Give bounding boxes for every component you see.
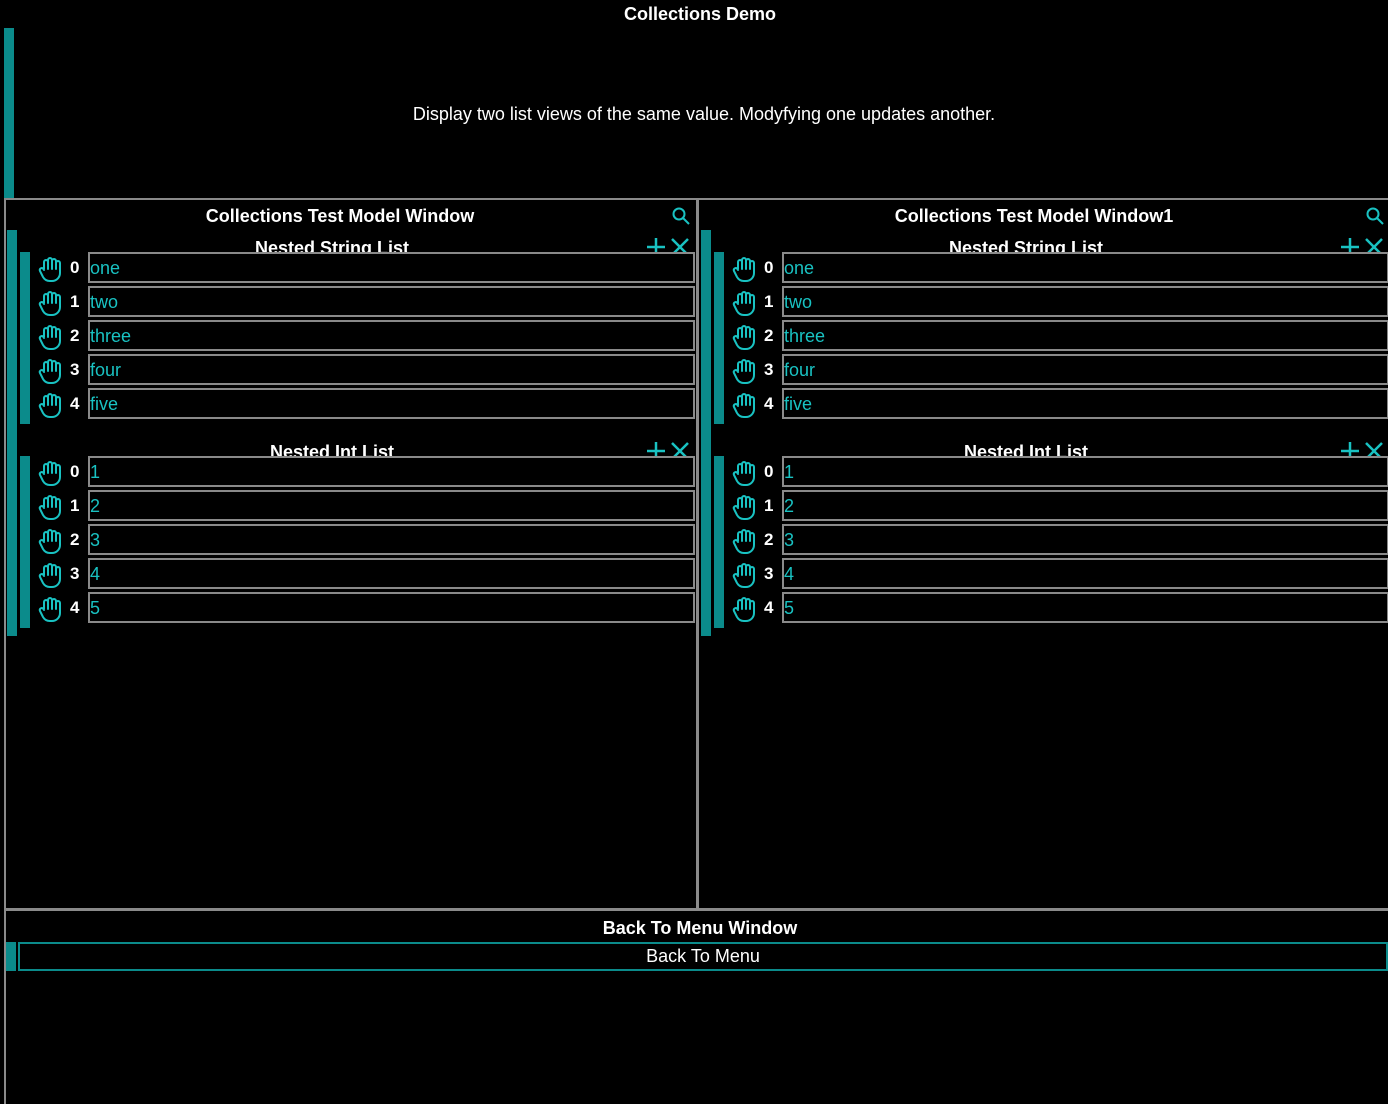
- back-to-menu-button[interactable]: Back To Menu: [18, 942, 1388, 971]
- item-value-field[interactable]: five: [782, 388, 1388, 419]
- item-index: 2: [70, 530, 80, 549]
- search-icon[interactable]: [671, 206, 691, 226]
- item-index: 2: [70, 326, 80, 345]
- list-item: 3 four: [730, 354, 1388, 388]
- item-value-field[interactable]: three: [88, 320, 695, 351]
- list-item: 0 one: [730, 252, 1388, 286]
- list-item: 1 two: [36, 286, 696, 320]
- item-value-field[interactable]: one: [88, 252, 695, 283]
- item-value-field[interactable]: one: [782, 252, 1388, 283]
- hand-drag-icon[interactable]: [730, 526, 760, 556]
- string-list-accent-bar: [714, 252, 724, 424]
- list-item: 23: [730, 524, 1388, 558]
- frame-bottom-divider: [4, 908, 1388, 911]
- list-item: 01: [730, 456, 1388, 490]
- hand-drag-icon[interactable]: [36, 254, 66, 284]
- hand-drag-icon[interactable]: [36, 356, 66, 386]
- hand-drag-icon[interactable]: [36, 594, 66, 624]
- hand-drag-icon[interactable]: [730, 492, 760, 522]
- item-index: 2: [764, 530, 774, 549]
- list-item: 2 three: [36, 320, 696, 354]
- item-value-field[interactable]: 3: [782, 524, 1388, 555]
- search-icon[interactable]: [1365, 206, 1385, 226]
- list-item: 0 one: [36, 252, 696, 286]
- item-value-field[interactable]: two: [88, 286, 695, 317]
- item-index: 1: [70, 292, 80, 311]
- item-index: 0: [764, 462, 774, 481]
- item-index: 4: [764, 394, 774, 413]
- item-index: 3: [70, 564, 80, 583]
- item-value-field[interactable]: two: [782, 286, 1388, 317]
- hand-drag-icon[interactable]: [36, 288, 66, 318]
- string-list-accent-bar: [20, 252, 30, 424]
- hand-drag-icon[interactable]: [730, 254, 760, 284]
- item-index: 3: [764, 360, 774, 379]
- item-value-field[interactable]: 2: [88, 490, 695, 521]
- item-value-field[interactable]: 1: [88, 456, 695, 487]
- panel-accent-bar: [7, 230, 17, 636]
- int-list-accent-bar: [20, 456, 30, 628]
- panel-title: Collections Test Model Window: [205, 206, 475, 226]
- item-value-field[interactable]: 4: [88, 558, 695, 589]
- list-item: 2 three: [730, 320, 1388, 354]
- item-value-field[interactable]: 2: [782, 490, 1388, 521]
- item-value-field[interactable]: 1: [782, 456, 1388, 487]
- item-index: 2: [764, 326, 774, 345]
- app-title: Collections Demo: [623, 4, 777, 24]
- item-value-field[interactable]: four: [782, 354, 1388, 385]
- list-item: 12: [730, 490, 1388, 524]
- hand-drag-icon[interactable]: [730, 560, 760, 590]
- panel-title: Collections Test Model Window1: [894, 206, 1174, 226]
- item-value-field[interactable]: four: [88, 354, 695, 385]
- hand-drag-icon[interactable]: [730, 288, 760, 318]
- item-value-field[interactable]: three: [782, 320, 1388, 351]
- back-accent-bar: [6, 942, 16, 971]
- hand-drag-icon[interactable]: [36, 526, 66, 556]
- item-index: 1: [764, 292, 774, 311]
- hand-drag-icon[interactable]: [36, 458, 66, 488]
- item-index: 4: [764, 598, 774, 617]
- list-item: 4 five: [36, 388, 696, 422]
- item-index: 0: [70, 462, 80, 481]
- item-value-field[interactable]: five: [88, 388, 695, 419]
- int-list-accent-bar: [714, 456, 724, 628]
- list-item: 12: [36, 490, 696, 524]
- item-index: 3: [70, 360, 80, 379]
- item-value-field[interactable]: 5: [88, 592, 695, 623]
- hand-drag-icon[interactable]: [36, 390, 66, 420]
- hand-drag-icon[interactable]: [730, 458, 760, 488]
- hand-drag-icon[interactable]: [36, 322, 66, 352]
- app-description: Display two list views of the same value…: [412, 104, 996, 124]
- hand-drag-icon[interactable]: [36, 492, 66, 522]
- list-item: 45: [730, 592, 1388, 626]
- item-index: 0: [764, 258, 774, 277]
- item-index: 4: [70, 394, 80, 413]
- hand-drag-icon[interactable]: [730, 594, 760, 624]
- list-item: 3 four: [36, 354, 696, 388]
- list-item: 34: [730, 558, 1388, 592]
- list-item: 4 five: [730, 388, 1388, 422]
- item-index: 4: [70, 598, 80, 617]
- hand-drag-icon[interactable]: [730, 322, 760, 352]
- panel-divider: [696, 198, 699, 909]
- item-value-field[interactable]: 4: [782, 558, 1388, 589]
- list-item: 34: [36, 558, 696, 592]
- list-item: 45: [36, 592, 696, 626]
- back-window-title: Back To Menu Window: [602, 918, 798, 938]
- item-index: 1: [70, 496, 80, 515]
- list-item: 01: [36, 456, 696, 490]
- item-index: 3: [764, 564, 774, 583]
- item-index: 0: [70, 258, 80, 277]
- list-item: 23: [36, 524, 696, 558]
- item-value-field[interactable]: 3: [88, 524, 695, 555]
- item-value-field[interactable]: 5: [782, 592, 1388, 623]
- item-index: 1: [764, 496, 774, 515]
- hand-drag-icon[interactable]: [730, 390, 760, 420]
- list-item: 1 two: [730, 286, 1388, 320]
- panel-accent-bar: [701, 230, 711, 636]
- hand-drag-icon[interactable]: [36, 560, 66, 590]
- hand-drag-icon[interactable]: [730, 356, 760, 386]
